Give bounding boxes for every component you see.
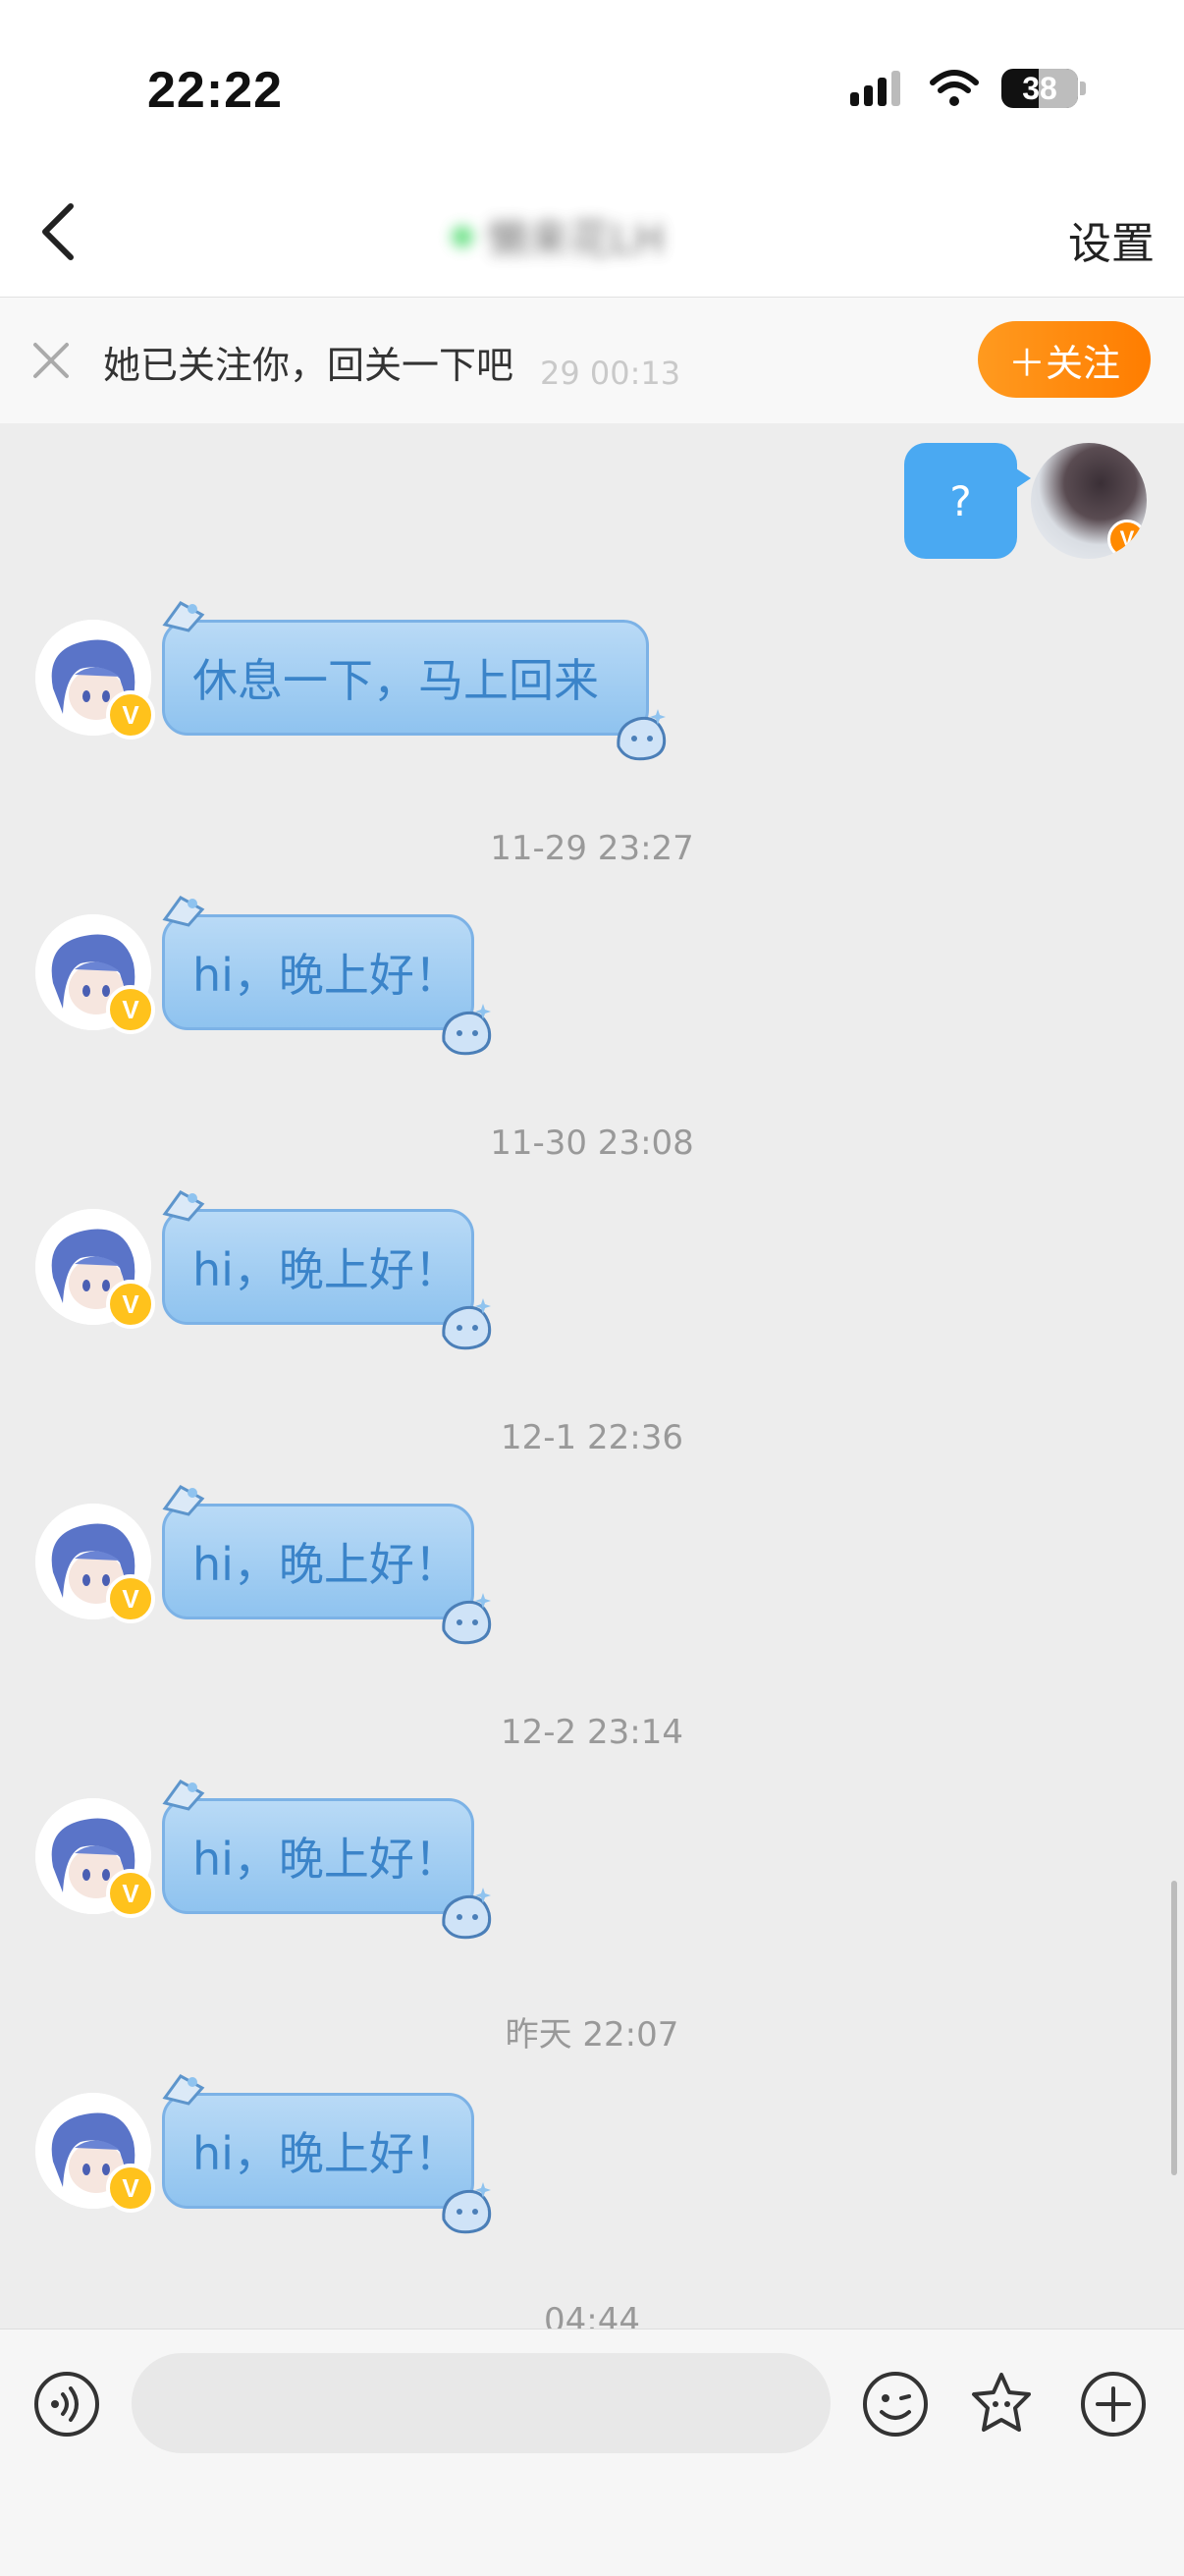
online-status-dot: [452, 225, 473, 247]
mascot-sticker-icon: [442, 1004, 492, 1056]
contact-avatar[interactable]: V: [35, 914, 155, 1034]
status-icons: 38: [848, 69, 1086, 108]
mascot-sticker-icon: [617, 709, 667, 761]
settings-button[interactable]: 设置: [1068, 208, 1155, 271]
sticker-icon[interactable]: [966, 2369, 1037, 2439]
close-icon[interactable]: [29, 339, 73, 382]
my-message-bubble[interactable]: ?: [904, 443, 1031, 559]
contact-avatar[interactable]: V: [35, 1798, 155, 1918]
timestamp: 12-2 23:14: [501, 1713, 683, 1752]
message-bubble[interactable]: hi，晚上好！: [162, 896, 492, 1056]
message-bubble[interactable]: hi，晚上好！: [162, 1190, 492, 1350]
chat-message-list[interactable]: ? V V 休息一下，马上回来 11-29 23:27 V hi，晚上好！ 11…: [0, 423, 1184, 2329]
chat-title-text: 懒来花LH: [487, 215, 665, 263]
verified-badge: V: [106, 1574, 155, 1623]
follow-back-button[interactable]: ＋关注: [978, 321, 1151, 398]
message-input[interactable]: [132, 2353, 831, 2453]
message-text: hi，晚上好！: [192, 2127, 459, 2180]
timestamp: 04:44: [544, 2301, 640, 2329]
bubble-decoration-icon: [162, 1485, 205, 1516]
verified-badge: V: [106, 985, 155, 1034]
chat-title: 懒来花LH: [452, 206, 665, 266]
message-bubble[interactable]: hi，晚上好！: [162, 2074, 492, 2234]
timestamp: 昨天 22:07: [505, 2015, 679, 2055]
my-avatar[interactable]: V: [1031, 443, 1147, 559]
cellular-signal-icon: [850, 71, 900, 106]
timestamp: 11-30 23:08: [490, 1124, 694, 1163]
back-icon[interactable]: [27, 196, 98, 267]
message-text: 休息一下，马上回来: [192, 654, 599, 707]
emoji-icon[interactable]: [860, 2369, 931, 2439]
bubble-decoration-icon: [162, 2074, 205, 2106]
bubble-decoration-icon: [162, 896, 205, 927]
message-text: hi，晚上好！: [192, 1833, 459, 1886]
message-input-bar: [0, 2329, 1184, 2576]
message-bubble[interactable]: hi，晚上好！: [162, 1780, 492, 1940]
bubble-decoration-icon: [162, 601, 205, 632]
verified-badge: V: [1107, 520, 1147, 559]
verified-badge: V: [106, 2164, 155, 2213]
verified-badge: V: [106, 1869, 155, 1918]
mascot-sticker-icon: [442, 1888, 492, 1940]
status-time: 22:22: [147, 62, 283, 119]
scrollbar[interactable]: [1171, 1881, 1177, 2175]
contact-avatar[interactable]: V: [35, 1209, 155, 1329]
timestamp: 11-29 23:27: [490, 829, 694, 868]
battery-level: 38: [1022, 70, 1057, 106]
message-bubble[interactable]: 休息一下，马上回来: [162, 601, 667, 761]
message-bubble[interactable]: hi，晚上好！: [162, 1485, 492, 1645]
mascot-sticker-icon: [442, 2182, 492, 2234]
message-text: hi，晚上好！: [192, 1538, 459, 1591]
mascot-sticker-icon: [442, 1593, 492, 1645]
voice-icon[interactable]: [31, 2369, 102, 2439]
battery-tip: [1080, 82, 1086, 95]
status-bar: 22:22 38: [0, 0, 1184, 167]
message-text: hi，晚上好！: [192, 949, 459, 1002]
verified-badge: V: [106, 690, 155, 740]
partial-timestamp: 29 00:13: [540, 355, 681, 392]
contact-avatar[interactable]: V: [35, 1504, 155, 1623]
contact-avatar[interactable]: V: [35, 620, 155, 740]
message-text: hi，晚上好！: [192, 1243, 459, 1296]
follow-banner-text: 她已关注你，回关一下吧: [103, 344, 514, 387]
plus-icon[interactable]: [1078, 2369, 1149, 2439]
bubble-decoration-icon: [162, 1780, 205, 1811]
contact-avatar[interactable]: V: [35, 2093, 155, 2213]
mascot-sticker-icon: [442, 1298, 492, 1350]
bubble-decoration-icon: [162, 1190, 205, 1222]
battery-icon: 38: [1001, 69, 1078, 108]
timestamp: 12-1 22:36: [501, 1418, 683, 1457]
nav-bar: 懒来花LH 设置: [0, 167, 1184, 298]
wifi-icon: [930, 70, 979, 106]
verified-badge: V: [106, 1280, 155, 1329]
follow-back-banner: 29 00:13 她已关注你，回关一下吧 ＋关注: [0, 298, 1184, 423]
